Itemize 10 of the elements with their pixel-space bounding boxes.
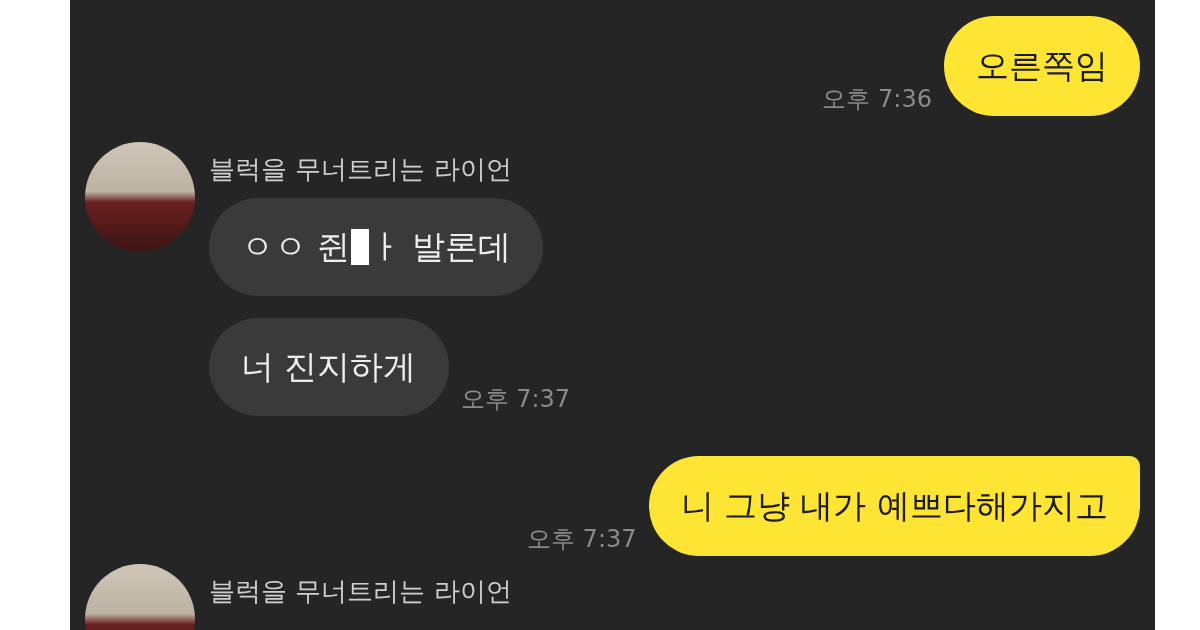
message-time: 오후 7:37	[460, 384, 571, 414]
message-bubble: 너 진지하게	[209, 318, 449, 416]
message-time: 오후 7:36	[822, 84, 932, 114]
sender-name: 블럭을 무너트리는 라이언	[209, 576, 512, 606]
message-time: 오후 7:37	[527, 524, 637, 554]
message-bubble: 니 그냥 내가 예쁘다해가지고	[648, 456, 1140, 556]
censor-block	[350, 229, 369, 265]
sender-name: 블럭을 무너트리는 라이언	[209, 154, 513, 184]
message-bubble: 오른쪽임	[944, 16, 1140, 116]
message-bubble: ㅇㅇ 쥔 ㅏ 발론데	[209, 198, 543, 296]
